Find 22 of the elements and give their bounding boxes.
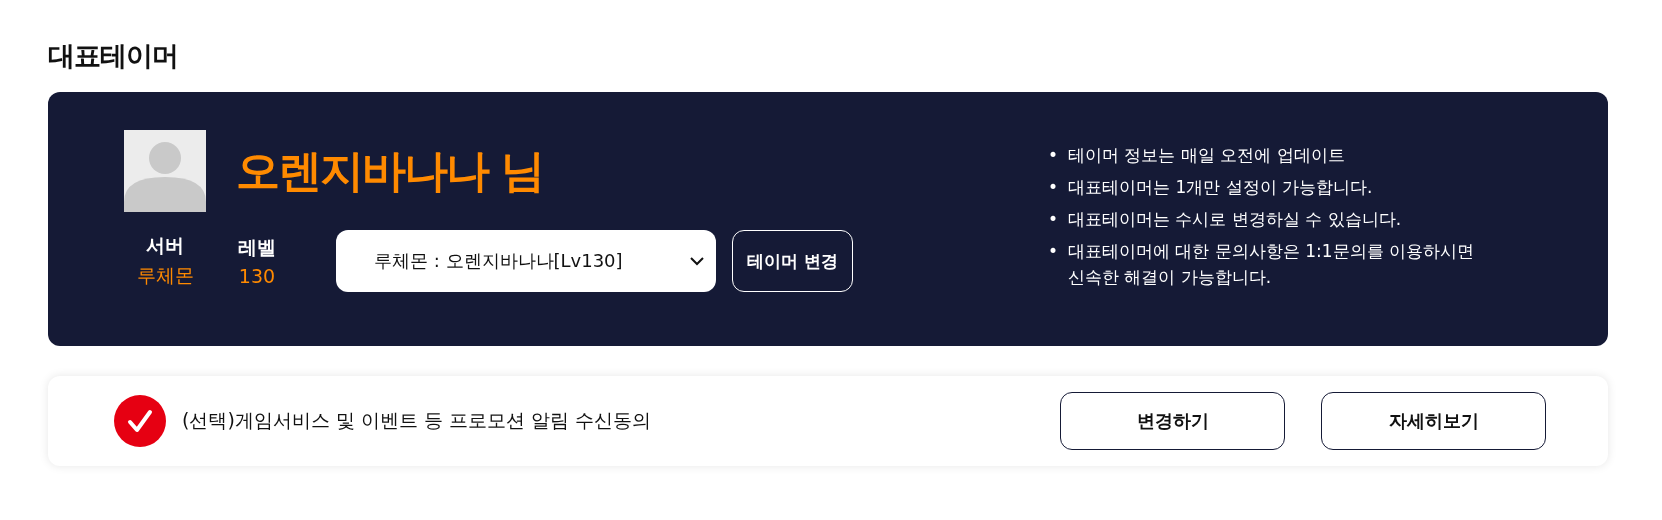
consent-label: (선택)게임서비스 및 이벤트 등 프로모션 알림 수신동의 [182,408,652,433]
bullet-mark: • [1048,208,1059,231]
note-text: 대표테이머에 대한 문의사항은 1:1문의를 이용하시면 신속한 해결이 가능합니다. [1068,240,1475,289]
chevron-down-icon [690,256,704,266]
checkbox[interactable] [114,395,166,447]
tamer-name: 오렌지바나나 님 [236,143,544,198]
avatar-icon [124,130,206,212]
change-tamer-button[interactable]: 테이머 변경 [732,230,853,292]
details-button[interactable]: 자세히보기 [1321,392,1546,450]
bullet-mark: • [1048,240,1059,263]
note-text: 대표테이머는 수시로 변경하실 수 있습니다. [1068,208,1402,231]
tamer-dropdown[interactable]: 루체몬 : 오렌지바나나[Lv130] [336,230,716,292]
bullet-mark: • [1048,144,1059,167]
level-value: 130 [238,265,276,287]
server-label: 서버 [146,233,184,258]
section-title: 대표테이머 [48,39,178,73]
level-label: 레벨 [238,235,276,260]
change-button[interactable]: 변경하기 [1060,392,1285,450]
bullet-mark: • [1048,176,1059,199]
note-text: 테이머 정보는 매일 오전에 업데이트 [1068,144,1345,167]
note-text: 대표테이머는 1개만 설정이 가능합니다. [1068,176,1373,199]
server-value: 루체몬 [136,263,194,288]
